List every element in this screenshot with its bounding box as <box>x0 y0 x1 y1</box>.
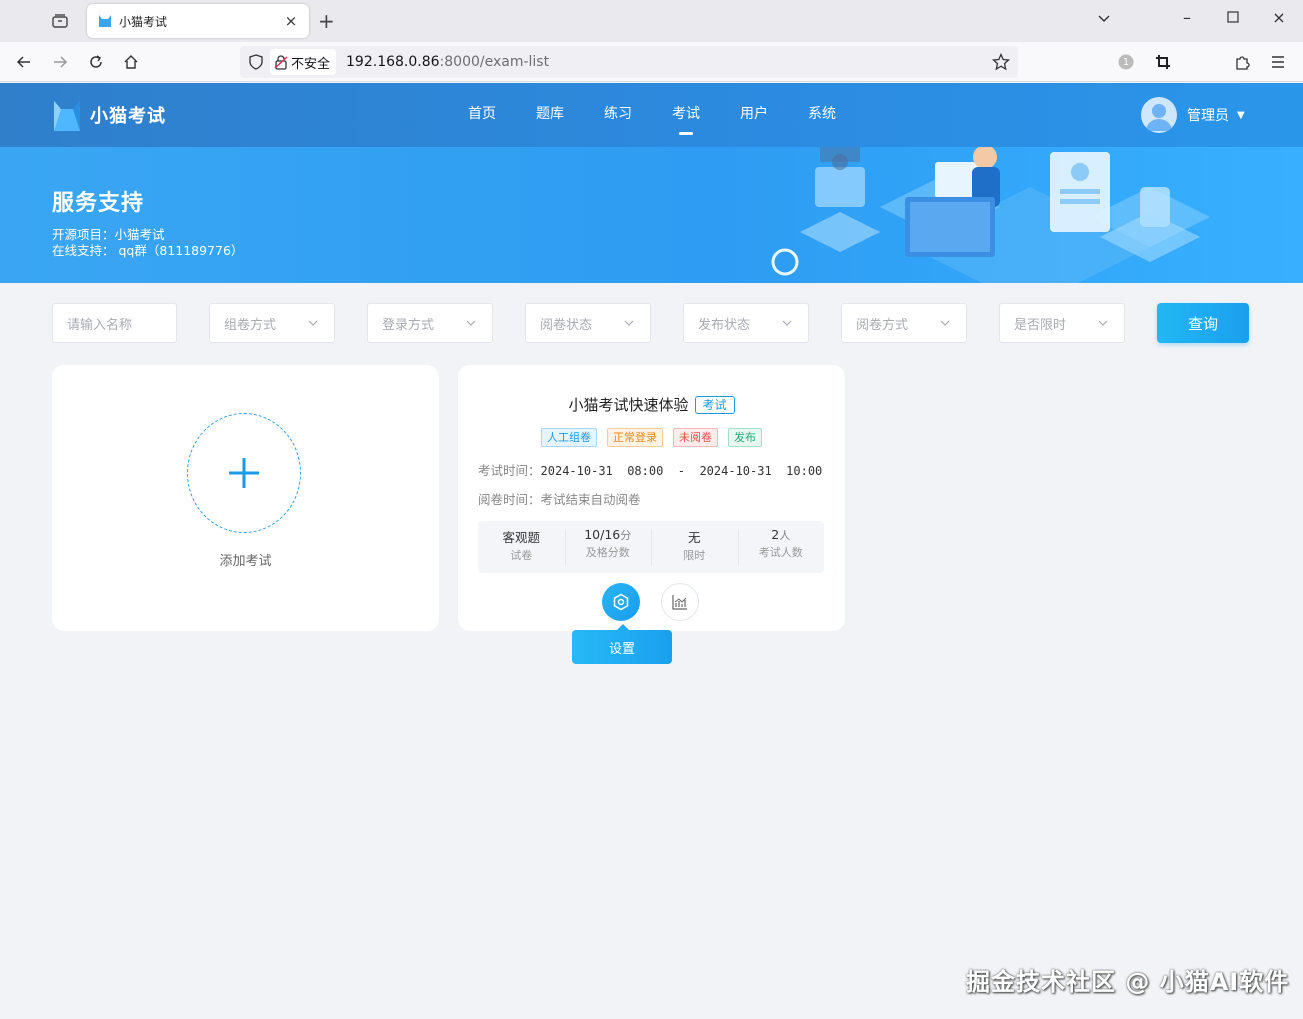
url-host: 192.168.0.86 <box>346 54 440 70</box>
banner-support: 在线支持： qq群（811189776） <box>52 243 244 258</box>
caret-down-icon: ▼ <box>1237 109 1245 121</box>
bookmark-star-icon[interactable] <box>991 52 1011 75</box>
exam-title: 小猫考试快速体验 <box>568 396 689 414</box>
compose-method-select[interactable]: 组卷方式 <box>209 303 335 343</box>
chevron-down-icon <box>782 320 792 326</box>
main-menu: 首页 题库 练习 考试 用户 系统 <box>448 83 856 147</box>
insecure-badge[interactable]: 不安全 <box>270 49 337 75</box>
mark-time: 阅卷时间：考试结束自动阅卷 <box>478 492 641 507</box>
status-badge: 人工组卷 <box>541 428 597 447</box>
app-logo[interactable]: 小猫考试 <box>50 97 166 133</box>
exam-type-badge: 考试 <box>694 395 735 414</box>
forward-icon[interactable] <box>50 52 70 72</box>
service-banner: 服务支持 开源项目：小猫考试 在线支持： qq群（811189776） <box>0 147 1303 283</box>
menu-item-question-bank[interactable]: 题库 <box>516 83 584 147</box>
tab-list-icon[interactable] <box>46 10 74 32</box>
stat-paper: 客观题 试卷 <box>502 530 540 562</box>
chevron-down-icon <box>940 320 950 326</box>
url-bar[interactable]: 不安全 192.168.0.86 :8000/exam-list <box>240 46 1018 78</box>
menu-item-home[interactable]: 首页 <box>448 83 516 147</box>
crop-icon[interactable] <box>1153 52 1173 72</box>
time-limit-select[interactable]: 是否限时 <box>999 303 1125 343</box>
chevron-down-icon <box>308 320 318 326</box>
banner-illustration <box>771 147 1210 283</box>
chevron-down-icon <box>1098 320 1108 326</box>
shield-icon[interactable] <box>248 54 264 74</box>
url-path: :8000/exam-list <box>439 54 550 70</box>
minimize-icon[interactable]: – <box>1175 8 1199 27</box>
stat-participants: 2人 考试人数 <box>737 521 825 573</box>
publish-status-select[interactable]: 发布状态 <box>683 303 809 343</box>
exam-stats: 客观题 试卷 10/16分 及格分数 无 限时 2人 考试人数 <box>478 521 824 573</box>
new-tab-icon[interactable]: + <box>318 9 335 33</box>
watermark: 掘金技术社区 @ 小猫AI软件 <box>966 968 1290 996</box>
cat-logo-icon <box>99 15 111 27</box>
banner-title: 服务支持 <box>52 191 145 216</box>
home-icon[interactable] <box>121 52 141 72</box>
query-button[interactable]: 查询 <box>1157 303 1249 343</box>
settings-button[interactable] <box>602 583 640 621</box>
browser-tab[interactable]: 小猫考试 × <box>87 4 309 38</box>
marking-status-select[interactable]: 阅卷状态 <box>525 303 651 343</box>
menu-item-users[interactable]: 用户 <box>720 83 788 147</box>
stat-pass-score: 10/16分 及格分数 <box>564 521 652 573</box>
exam-tags: 人工组卷 正常登录 未阅卷 发布 <box>458 428 845 447</box>
name-search-input[interactable]: 请输入名称 <box>52 303 177 343</box>
cat-logo-icon <box>54 101 80 131</box>
user-menu[interactable]: 管理员 ▼ <box>1141 97 1245 133</box>
reload-icon[interactable] <box>86 52 106 72</box>
menu-item-practice[interactable]: 练习 <box>584 83 652 147</box>
user-name: 管理员 <box>1187 108 1229 124</box>
chevron-down-icon <box>624 320 634 326</box>
close-window-icon[interactable]: × <box>1267 8 1291 27</box>
avatar <box>1141 97 1177 133</box>
lock-broken-icon <box>274 55 288 70</box>
statistics-button[interactable] <box>661 583 699 621</box>
extension-badge-icon[interactable]: 1 <box>1116 52 1136 72</box>
exam-card: 小猫考试快速体验 考试 人工组卷 正常登录 未阅卷 发布 考试时间：2024-1… <box>458 365 845 631</box>
back-icon[interactable] <box>14 52 34 72</box>
stat-time-limit: 无 限时 <box>651 521 738 573</box>
add-exam-card[interactable]: 添加考试 <box>52 365 439 631</box>
status-badge: 正常登录 <box>607 428 663 447</box>
add-exam-button[interactable] <box>187 413 301 533</box>
tab-close-icon[interactable]: × <box>283 12 299 30</box>
extensions-icon[interactable] <box>1232 52 1252 72</box>
menu-icon[interactable] <box>1268 52 1288 72</box>
marking-method-select[interactable]: 阅卷方式 <box>841 303 967 343</box>
menu-item-exam[interactable]: 考试 <box>652 83 720 147</box>
gear-icon <box>613 593 629 611</box>
status-badge: 发布 <box>728 428 762 447</box>
chevron-down-icon[interactable] <box>1092 8 1116 27</box>
login-method-select[interactable]: 登录方式 <box>367 303 493 343</box>
add-exam-label: 添加考试 <box>219 554 272 569</box>
exam-time: 考试时间：2024-10-31 08:00 - 2024-10-31 10:00 <box>478 463 823 478</box>
plus-icon <box>229 458 259 488</box>
tab-title: 小猫考试 <box>119 14 168 29</box>
browser-tab-bar: 小猫考试 × + – × <box>0 0 1303 42</box>
status-badge: 未阅卷 <box>673 428 718 447</box>
settings-tooltip: 设置 <box>572 624 672 664</box>
chevron-down-icon <box>466 320 476 326</box>
browser-nav-bar: 不安全 192.168.0.86 :8000/exam-list 1 <box>0 42 1303 82</box>
maximize-icon[interactable] <box>1221 8 1245 27</box>
app-header: 小猫考试 首页 题库 练习 考试 用户 系统 管理员 ▼ <box>0 83 1303 147</box>
chart-icon <box>672 595 687 610</box>
menu-item-system[interactable]: 系统 <box>788 83 856 147</box>
